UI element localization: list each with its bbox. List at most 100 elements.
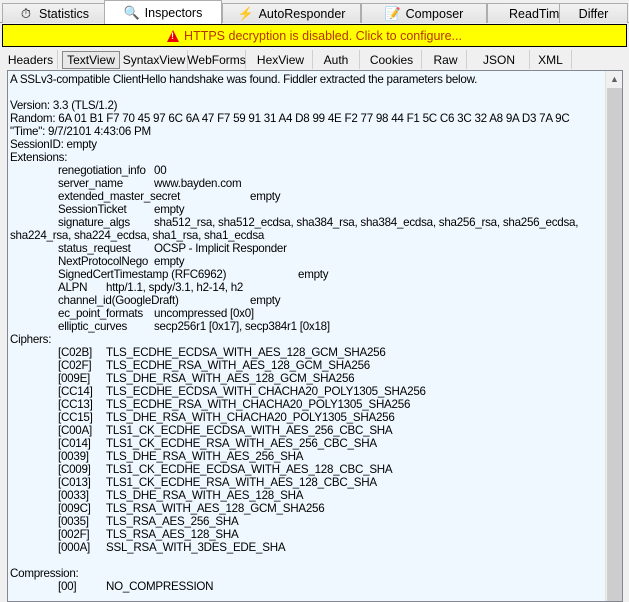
extension-name: server_name bbox=[58, 177, 123, 190]
https-decryption-banner[interactable]: HTTPS decryption is disabled. Click to c… bbox=[2, 24, 627, 47]
cipher-name: TLS_ECDHE_ECDSA_WITH_CHACHA20_POLY1305_S… bbox=[106, 385, 426, 398]
tab-label: Composer bbox=[405, 6, 464, 21]
extension-name: NextProtocolNego bbox=[58, 255, 149, 268]
scroll-up-arrow-icon[interactable]: ▲ bbox=[606, 71, 622, 88]
subtab-syntaxview[interactable]: SyntaxView bbox=[121, 50, 188, 69]
cipher-name: TLS_RSA_WITH_AES_128_GCM_SHA256 bbox=[106, 502, 325, 515]
session-text: SessionID: empty bbox=[10, 138, 97, 151]
cipher-code: [0039] bbox=[58, 450, 89, 463]
subtab-webforms[interactable]: WebForms bbox=[187, 50, 246, 69]
cipher-code: [C014] bbox=[58, 437, 91, 450]
inspector-tab-bar: Headers TextView SyntaxView WebForms HexView… bbox=[0, 48, 629, 69]
cipher-code: [CC13] bbox=[58, 398, 93, 411]
version-text: Version: 3.3 (TLS/1.2) bbox=[10, 99, 118, 112]
textview-content[interactable]: A SSLv3-compatible ClientHello handshake… bbox=[10, 73, 607, 593]
time-line: "Time": 9/7/2101 4:43:06 PM bbox=[10, 125, 607, 138]
extension-value: OCSP - Implicit Responder bbox=[154, 242, 287, 255]
cipher-name: TLS1_CK_ECDHE_RSA_WITH_AES_128_CBC_SHA bbox=[106, 476, 377, 489]
cipher-name: TLS_RSA_AES_128_SHA bbox=[106, 528, 239, 541]
cipher-row: [C02F] TLS_ECDHE_RSA_WITH_AES_128_GCM_SH… bbox=[10, 359, 607, 372]
cipher-row: [C014] TLS1_CK_ECDHE_RSA_WITH_AES_256_CB… bbox=[10, 437, 607, 450]
cipher-code: [C00A] bbox=[58, 424, 92, 437]
cipher-row: [0033] TLS_DHE_RSA_WITH_AES_128_SHA bbox=[10, 489, 607, 502]
warning-icon bbox=[167, 29, 180, 42]
magnifier-icon: 🔍 bbox=[123, 4, 140, 20]
extension-row: server_name www.bayden.com bbox=[10, 177, 607, 190]
tab-label: AutoResponder bbox=[258, 6, 346, 21]
time-text: "Time": 9/7/2101 4:43:06 PM bbox=[10, 125, 151, 138]
extension-name: renegotiation_info bbox=[58, 164, 146, 177]
cipher-name: SSL_RSA_WITH_3DES_EDE_SHA bbox=[106, 541, 286, 554]
cipher-name: TLS_RSA_AES_256_SHA bbox=[106, 515, 239, 528]
cipher-row: [009C] TLS_RSA_WITH_AES_128_GCM_SHA256 bbox=[10, 502, 607, 515]
extension-name: SessionTicket bbox=[58, 203, 127, 216]
extension-row: status_request OCSP - Implicit Responder bbox=[10, 242, 607, 255]
subtab-headers[interactable]: Headers bbox=[4, 50, 58, 69]
cipher-row: [002F] TLS_RSA_AES_128_SHA bbox=[10, 528, 607, 541]
random-text: Random: 6A 01 B1 F7 70 45 97 6C 6A 47 F7… bbox=[10, 112, 570, 125]
extension-value: uncompressed [0x0] bbox=[154, 307, 254, 320]
pencil-note-icon: 📝 bbox=[384, 5, 401, 21]
extension-value: http/1.1, spdy/3.1, h2-14, h2 bbox=[106, 281, 244, 294]
scrollbar-thumb[interactable] bbox=[607, 88, 622, 601]
vertical-scrollbar[interactable]: ▲ bbox=[605, 71, 622, 601]
tab-label: Inspectors bbox=[144, 5, 203, 20]
cipher-name: TLS1_CK_ECDHE_ECDSA_WITH_AES_128_CBC_SHA bbox=[106, 463, 393, 476]
cipher-code: [C013] bbox=[58, 476, 91, 489]
cipher-row: [0039] TLS_DHE_RSA_WITH_AES_256_SHA bbox=[10, 450, 607, 463]
tab-inspectors[interactable]: 🔍 Inspectors bbox=[104, 0, 222, 24]
subtab-hexview[interactable]: HexView bbox=[249, 50, 313, 69]
extension-name: extended_master_secret bbox=[58, 190, 181, 203]
tab-label: Statistics bbox=[38, 6, 89, 21]
tab-composer[interactable]: 📝 Composer bbox=[361, 3, 487, 23]
subtab-raw[interactable]: Raw bbox=[425, 50, 467, 69]
extension-value: empty bbox=[298, 268, 329, 281]
cipher-row: [CC15] TLS_DHE_RSA_WITH_CHACHA20_POLY130… bbox=[10, 411, 607, 424]
extension-value: empty bbox=[154, 203, 185, 216]
compression-name: NO_COMPRESSION bbox=[106, 580, 214, 593]
extension-value: empty bbox=[250, 294, 281, 307]
extension-name: status_request bbox=[58, 242, 131, 255]
cipher-row: [C00A] TLS1_CK_ECDHE_ECDSA_WITH_AES_256_… bbox=[10, 424, 607, 437]
stopwatch-icon: ⏱ bbox=[20, 5, 32, 21]
extension-name: ALPN bbox=[58, 281, 88, 294]
cipher-name: TLS_DHE_RSA_WITH_AES_256_SHA bbox=[106, 450, 304, 463]
extension-value: secp256r1 [0x17], secp384r1 [0x18] bbox=[154, 320, 330, 333]
cipher-row: [0035] TLS_RSA_AES_256_SHA bbox=[10, 515, 607, 528]
lightning-icon: ⚡ bbox=[237, 5, 254, 21]
extension-row: channel_id(GoogleDraft) empty bbox=[10, 294, 607, 307]
subtab-cookies[interactable]: Cookies bbox=[362, 50, 422, 69]
extension-row: SignedCertTimestamp (RFC6962) empty bbox=[10, 268, 607, 281]
cipher-name: TLS_DHE_RSA_WITH_CHACHA20_POLY1305_SHA25… bbox=[106, 411, 395, 424]
textview-panel[interactable]: A SSLv3-compatible ClientHello handshake… bbox=[7, 70, 623, 602]
ciphers-heading: Ciphers: bbox=[10, 333, 607, 346]
tab-label: Differ bbox=[578, 6, 609, 21]
cipher-code: [C02B] bbox=[58, 346, 92, 359]
subtab-textview[interactable]: TextView bbox=[62, 51, 120, 69]
tab-statistics[interactable]: ⏱ Statistics bbox=[2, 3, 105, 23]
cipher-name: TLS_DHE_RSA_WITH_AES_128_SHA bbox=[106, 489, 304, 502]
tab-differ[interactable]: Differ bbox=[559, 3, 628, 23]
cipher-name: TLS_ECDHE_RSA_WITH_AES_128_GCM_SHA256 bbox=[106, 359, 370, 372]
extension-value: www.bayden.com bbox=[154, 177, 242, 190]
extension-name: elliptic_curves bbox=[58, 320, 128, 333]
top-tab-bar: ⏱ Statistics 🔍 Inspectors ⚡ AutoResponder 📝 Com… bbox=[0, 0, 629, 24]
cipher-code: [C02F] bbox=[58, 359, 92, 372]
subtab-xml[interactable]: XML bbox=[530, 50, 572, 69]
subtab-json[interactable]: JSON bbox=[469, 50, 530, 69]
cipher-row: [CC14] TLS_ECDHE_ECDSA_WITH_CHACHA20_POL… bbox=[10, 385, 607, 398]
compression-label: Compression: bbox=[10, 567, 79, 580]
tab-autoresponder[interactable]: ⚡ AutoResponder bbox=[222, 3, 361, 23]
cipher-code: [002F] bbox=[58, 528, 90, 541]
extension-name: ec_point_formats bbox=[58, 307, 143, 320]
cipher-row: [C009] TLS1_CK_ECDHE_ECDSA_WITH_AES_128_… bbox=[10, 463, 607, 476]
extension-row: ALPN http/1.1, spdy/3.1, h2-14, h2 bbox=[10, 281, 607, 294]
extension-row: extended_master_secret empty bbox=[10, 190, 607, 203]
subtab-auth[interactable]: Auth bbox=[313, 50, 360, 69]
session-line: SessionID: empty bbox=[10, 138, 607, 151]
extension-value: empty bbox=[154, 255, 185, 268]
intro-text: A SSLv3-compatible ClientHello handshake… bbox=[10, 73, 478, 86]
cipher-code: [009E] bbox=[58, 372, 91, 385]
